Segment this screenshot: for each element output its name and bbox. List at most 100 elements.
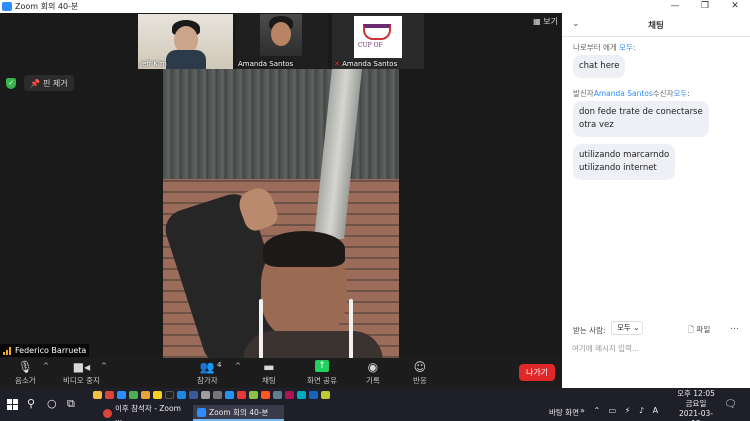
chat-bubble-icon: ▬	[263, 360, 275, 374]
unpin-label: 핀 제거	[42, 78, 68, 88]
video-options-chevron-icon[interactable]: ^	[101, 362, 107, 370]
meta-sender[interactable]: Amanda Santos	[594, 89, 653, 98]
screen: Zoom 회의 40-분 — ❐ ✕ ▦ 보기 Jeff Kim Amanda …	[0, 0, 750, 421]
meta-recipient[interactable]: 모두	[619, 43, 633, 52]
taskbar-item-zoom[interactable]: Zoom 회의 40-분	[193, 405, 284, 421]
notification-icon[interactable]: 🗨	[724, 399, 737, 410]
meta-prefix: 나로부터 에게	[573, 43, 620, 52]
window-controls: — ❐ ✕	[660, 0, 750, 13]
stop-video-button[interactable]: ■◂ 비디오 중지	[63, 360, 100, 386]
chrome-icon	[103, 408, 112, 418]
share-screen-label: 화면 공유	[307, 376, 337, 385]
app-icon[interactable]	[297, 391, 306, 399]
earbud-wire	[259, 299, 263, 358]
task-view-icon[interactable]: ⧉	[67, 397, 75, 411]
app-icon[interactable]	[321, 391, 330, 399]
message-line: otra vez	[579, 120, 614, 130]
app-icon[interactable]	[165, 391, 174, 399]
thumbnail-name: ✕ Amanda Santos	[334, 60, 397, 68]
windows-start-icon[interactable]	[7, 399, 18, 410]
zoom-logo-icon	[2, 2, 12, 11]
stop-video-label: 비디오 중지	[63, 376, 100, 385]
meta-suffix: :	[687, 89, 690, 98]
shield-icon[interactable]: ✓	[6, 77, 16, 89]
meta-mid: 수신자	[652, 89, 674, 98]
clock[interactable]: 오후 12:05 금요일 2021-03-12	[676, 389, 716, 421]
app-icon[interactable]	[213, 391, 222, 399]
mute-button[interactable]: 🎙 음소거	[15, 360, 36, 386]
zoom-app-icon[interactable]	[117, 391, 126, 399]
microphone-icon: 🎙	[17, 360, 33, 374]
app-icon[interactable]	[189, 391, 198, 399]
taskbar-item-chrome[interactable]: 이후 참석자 - Zoom ...	[99, 404, 190, 421]
app-icon[interactable]	[237, 391, 246, 399]
reactions-label: 반응	[413, 376, 427, 385]
participants-options-chevron-icon[interactable]: ^	[235, 362, 241, 370]
more-options-icon[interactable]: …	[730, 322, 739, 332]
chat-title: 채팅	[648, 21, 664, 31]
muted-mic-icon: ✕	[334, 60, 343, 68]
thumbnail-name: Jeff Kim	[140, 60, 167, 68]
meta-prefix: 발신자	[573, 89, 594, 98]
participants-icon: 👥	[199, 360, 215, 374]
app-icon[interactable]	[285, 391, 294, 399]
system-tray[interactable]: » ⌃ ▭ ⚡ ♪ A	[580, 406, 661, 415]
thumbnail-amanda-santos[interactable]: Amanda Santos	[236, 14, 328, 69]
reactions-button[interactable]: ☺ 반응	[413, 360, 427, 386]
chrome-icon[interactable]	[105, 391, 114, 399]
desktop-toolbar[interactable]: 바탕 화면	[549, 407, 579, 418]
thumbnail-amanda-santos-logo[interactable]: CUP OF ✕ Amanda Santos	[332, 14, 424, 69]
main-video[interactable]	[163, 69, 399, 358]
close-button[interactable]: ✕	[720, 0, 750, 13]
chat-header: ⌄ 채팅	[562, 13, 750, 37]
app-icon[interactable]	[249, 391, 258, 399]
record-button[interactable]: ◉ 기록	[366, 360, 380, 386]
leave-button[interactable]: 나가기	[519, 364, 555, 381]
windows-taskbar: ⚲ ○ ⧉ 이후 참석자 - Zoom ... Zoom 회의 40-분 바탕 …	[0, 388, 750, 421]
pinned-apps	[93, 391, 333, 399]
audio-options-chevron-icon[interactable]: ^	[43, 362, 49, 370]
file-explorer-icon[interactable]	[93, 391, 102, 399]
message-line: utilizando marcarndo	[579, 150, 670, 160]
app-icon[interactable]	[261, 391, 270, 399]
cortana-icon[interactable]: ○	[47, 397, 57, 410]
active-speaker-name: Federico Barrueta	[15, 346, 87, 355]
kakaotalk-icon[interactable]	[153, 391, 162, 399]
clock-time: 오후 12:05	[677, 389, 715, 398]
app-icon[interactable]	[129, 391, 138, 399]
unpin-button[interactable]: 📌 핀 제거	[24, 75, 74, 91]
maximize-button[interactable]: ❐	[690, 0, 720, 13]
smiley-icon: ☺	[413, 360, 427, 374]
meeting-toolbar: 🎙 음소거 ^ ■◂ 비디오 중지 ^ 👥 참가자 4 ^ ▬ 채팅 ↑ 화면 …	[0, 358, 562, 388]
meeting-area: ▦ 보기 Jeff Kim Amanda Santos CUP OF ✕ Ama…	[0, 13, 562, 358]
search-icon[interactable]: ⚲	[27, 397, 35, 410]
app-icon[interactable]	[273, 391, 282, 399]
app-icon[interactable]	[201, 391, 210, 399]
message-meta: 발신자Amanda Santos수신자모두:	[573, 88, 690, 99]
meta-recipient[interactable]: 모두	[673, 89, 687, 98]
recipient-select[interactable]: 모두 ⌄	[611, 321, 643, 335]
chat-message: utilizando marcarndo utilizando internet	[573, 144, 676, 180]
share-screen-button[interactable]: ↑ 화면 공유	[307, 360, 337, 386]
file-button[interactable]: 🗋 파일	[688, 324, 710, 337]
zoom-app-icon	[197, 407, 206, 417]
app-icon[interactable]	[309, 391, 318, 399]
app-icon[interactable]	[177, 391, 186, 399]
chat-button[interactable]: ▬ 채팅	[262, 360, 276, 386]
taskbar-item-label: Zoom 회의 40-분	[209, 407, 269, 417]
chat-label: 채팅	[262, 376, 276, 385]
participants-count: 4	[217, 361, 222, 369]
app-icon[interactable]	[225, 391, 234, 399]
app-icon[interactable]	[141, 391, 150, 399]
clock-weekday: 금요일	[685, 399, 707, 408]
earbud-wire	[349, 299, 353, 358]
message-line: utilizando internet	[579, 163, 657, 173]
view-button[interactable]: ▦ 보기	[533, 16, 558, 27]
video-person-hair	[263, 231, 345, 267]
minimize-button[interactable]: —	[660, 0, 690, 13]
participants-button[interactable]: 👥 참가자	[197, 360, 218, 386]
thumbnail-jeff-kim[interactable]: Jeff Kim	[138, 14, 233, 69]
cup-of-logo: CUP OF	[354, 16, 402, 58]
file-label: 파일	[696, 325, 711, 334]
message-input[interactable]	[572, 341, 742, 355]
